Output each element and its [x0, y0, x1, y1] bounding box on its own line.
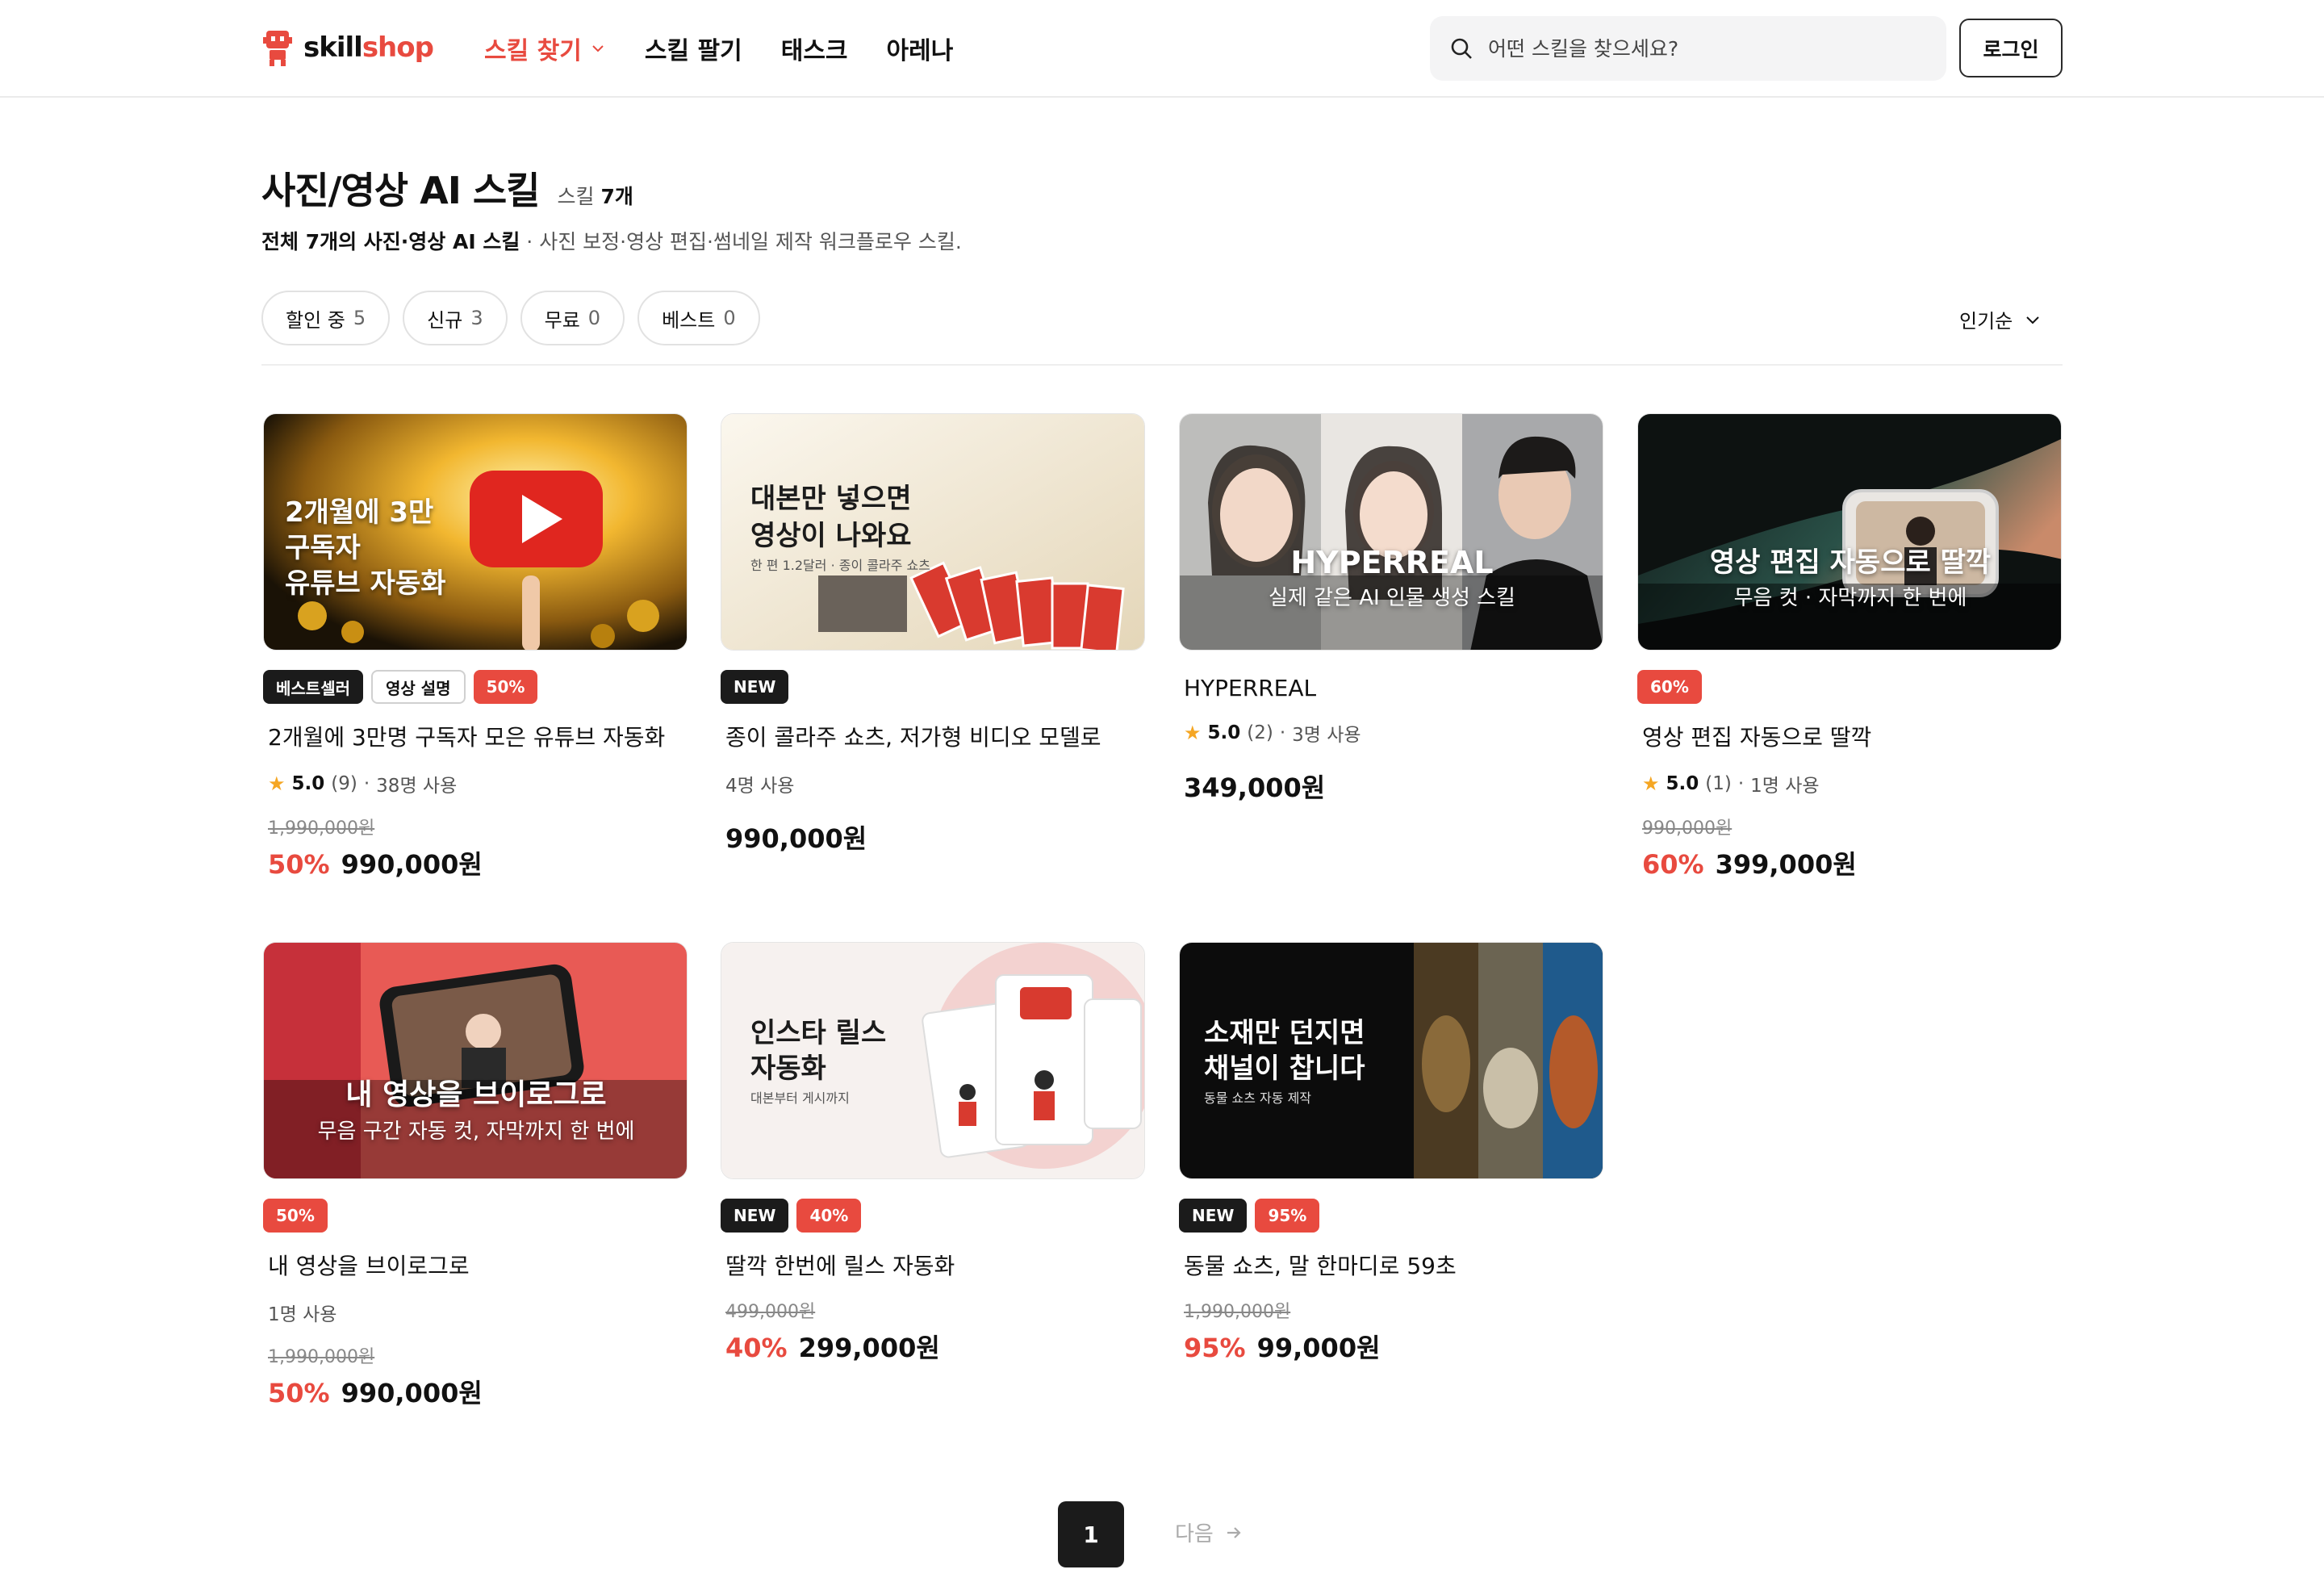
nav-find-skills[interactable]: 스킬 찾기 [484, 31, 606, 66]
search-icon [1451, 38, 1472, 59]
filter-chip-new[interactable]: 신규 3 [403, 291, 508, 345]
badge-row: NEW 95% [1179, 1199, 1603, 1234]
discount-badge: 40% [796, 1199, 862, 1233]
filter-chip-discount[interactable]: 할인 중5 [261, 291, 391, 345]
product-name[interactable]: 동물 쇼츠, 말 한마디로 59초 [1179, 1249, 1603, 1281]
video-desc-badge: 영상 설명 [371, 670, 466, 704]
category-header: 사진/영상 AI 스킬 스킬 7개 [261, 161, 633, 215]
product-card[interactable]: 2개월에 3만 구독자 유튜브 자동화 베스트셀러 영상 설명 50% 2개월에 3… [263, 413, 688, 881]
product-thumbnail[interactable]: 소재만 던지면 채널이 찹니다 동물 쇼츠 자동 제작 [1179, 942, 1603, 1179]
product-card[interactable]: 대본만 넣으면 영상이 나와요 한 편 1.2달러 · 종이 콜라주 쇼츠 NEW… [721, 413, 1145, 856]
nav-label: 스킬 팔기 [644, 37, 742, 65]
star-icon: ★ [1642, 772, 1660, 795]
thumbnail-text: 2개월에 3만 구독자 유튜브 자동화 [285, 496, 446, 600]
badge-row: NEW 40% [721, 1199, 1145, 1234]
filter-chip-free[interactable]: 무료 0 [520, 291, 625, 345]
skill-count: 스킬 7개 [557, 185, 633, 208]
product-thumbnail[interactable]: 내 영상을 브이로그로 무음 구간 자동 컷, 자막까지 한 번에 [263, 942, 688, 1179]
badge-row: 60% [1637, 670, 2062, 705]
thumbnail-text: 대본만 넣으면 영상이 나와요 한 편 1.2달러 · 종이 콜라주 쇼츠 [750, 483, 930, 573]
badge-row: 50% [263, 1199, 688, 1234]
product-card[interactable]: HYPERREAL 실제 같은 AI 인물 생성 스킬 HYPERREAL ★ 5… [1179, 413, 1603, 805]
product-card[interactable]: 인스타 릴스 자동화 대본부터 게시까지 NEW 40% 딸깍 한번에 릴스 자동… [721, 942, 1145, 1365]
product-meta: ★ 5.0 (1) · 1명 사용 [1642, 772, 1820, 797]
product-name[interactable]: HYPERREAL [1179, 675, 1603, 701]
nav-label: 아레나 [886, 37, 954, 65]
product-price: 349,000원 [1184, 772, 1326, 803]
discount-badge: 50% [263, 1199, 328, 1233]
next-label: 다음 [1175, 1522, 1214, 1546]
nav-label: 스킬 찾기 [484, 37, 582, 65]
discount-badge: 50% [473, 670, 538, 704]
original-price: 1,990,000원 [268, 818, 375, 839]
filter-chips: 할인 중5 신규 3 무료 0 베스트 0 [261, 291, 760, 345]
chevron-down-icon [2026, 316, 2039, 324]
product-meta: 4명 사용 [725, 776, 795, 797]
original-price: 1,990,000원 [1184, 1302, 1291, 1322]
badge-row: NEW [721, 670, 1145, 705]
product-name[interactable]: 2개월에 3만명 구독자 모은 유튜브 자동화 [263, 720, 688, 752]
original-price: 990,000원 [1642, 818, 1733, 839]
logo-text: skillshop [303, 31, 434, 64]
product-card[interactable]: 영상 편집 자동으로 딸깍 무음 컷 · 자막까지 한 번에 60% 영상 편집… [1637, 413, 2062, 881]
new-badge: NEW [721, 1199, 789, 1233]
product-thumbnail[interactable]: HYPERREAL 실제 같은 AI 인물 생성 스킬 [1179, 413, 1603, 651]
original-price: 1,990,000원 [268, 1347, 375, 1367]
price-row: 50% 990,000원 [268, 1378, 483, 1408]
product-price: 990,000원 [725, 823, 867, 854]
page-title: 사진/영상 AI 스킬 [261, 169, 540, 212]
sort-label: 인기순 [1959, 310, 2013, 333]
product-thumbnail[interactable]: 인스타 릴스 자동화 대본부터 게시까지 [721, 942, 1145, 1179]
product-thumbnail[interactable]: 영상 편집 자동으로 딸깍 무음 컷 · 자막까지 한 번에 [1637, 413, 2062, 651]
search-box[interactable] [1430, 16, 1946, 81]
thumbnail-text: 영상 편집 자동으로 딸깍 무음 컷 · 자막까지 한 번에 [1709, 546, 1992, 610]
star-icon: ★ [268, 772, 286, 795]
nav-sell-skills[interactable]: 스킬 팔기 [645, 31, 742, 66]
category-description: 전체 7개의 사진·영상 AI 스킬 · 사진 보정·영상 편집·썸네일 제작 … [261, 230, 962, 253]
top-header: skillshop 스킬 찾기 스킬 팔기 태스크 아레나 로그인 [0, 0, 2324, 98]
thumbnail-text: 인스타 릴스 자동화 대본부터 게시까지 [750, 1017, 887, 1106]
logo-robot-icon [263, 29, 292, 66]
discount-badge: 60% [1637, 670, 1702, 704]
product-card[interactable]: 내 영상을 브이로그로 무음 구간 자동 컷, 자막까지 한 번에 50% 내 … [263, 942, 688, 1410]
nav-arena[interactable]: 아레나 [887, 31, 954, 66]
product-name[interactable]: 영상 편집 자동으로 딸깍 [1637, 720, 2062, 752]
page-button-current[interactable]: 1 [1058, 1501, 1124, 1567]
product-meta: ★ 5.0 (2) · 3명 사용 [1184, 722, 1361, 746]
badge-row: 베스트셀러 영상 설명 50% [263, 670, 688, 705]
price-row: 40% 299,000원 [725, 1333, 940, 1363]
star-icon: ★ [1184, 722, 1202, 744]
product-name[interactable]: 종이 콜라주 쇼츠, 저가형 비디오 모델로 [721, 720, 1145, 752]
product-meta: ★ 5.0 (9) · 38명 사용 [268, 772, 458, 797]
discount-badge: 95% [1255, 1199, 1320, 1233]
product-thumbnail[interactable]: 2개월에 3만 구독자 유튜브 자동화 [263, 413, 688, 651]
bestseller-badge: 베스트셀러 [263, 670, 363, 704]
login-button[interactable]: 로그인 [1959, 19, 2063, 77]
price-row: 60% 399,000원 [1642, 849, 1857, 880]
filter-chip-best[interactable]: 베스트 0 [637, 291, 760, 345]
new-badge: NEW [1179, 1199, 1248, 1233]
price-row: 50% 990,000원 [268, 849, 483, 880]
next-page-button[interactable]: 다음 [1175, 1517, 1243, 1547]
product-meta: 1명 사용 [268, 1304, 337, 1325]
product-thumbnail[interactable]: 대본만 넣으면 영상이 나와요 한 편 1.2달러 · 종이 콜라주 쇼츠 [721, 413, 1145, 651]
logo[interactable]: skillshop [263, 29, 434, 66]
product-name[interactable]: 딸깍 한번에 릴스 자동화 [721, 1249, 1145, 1281]
sort-dropdown[interactable]: 인기순 [1959, 305, 2042, 333]
divider [261, 364, 2063, 366]
new-badge: NEW [721, 670, 789, 704]
price-row: 95% 99,000원 [1184, 1333, 1381, 1363]
nav-label: 태스크 [780, 37, 848, 65]
thumbnail-text: HYPERREAL 실제 같은 AI 인물 생성 스킬 [1269, 545, 1515, 610]
search-input[interactable] [1488, 36, 1924, 61]
thumbnail-text: 소재만 던지면 채널이 찹니다 동물 쇼츠 자동 제작 [1204, 1017, 1365, 1106]
product-name[interactable]: 내 영상을 브이로그로 [263, 1249, 688, 1281]
arrow-right-icon [1227, 1526, 1241, 1538]
nav-tasks[interactable]: 태스크 [781, 31, 848, 66]
original-price: 499,000원 [725, 1302, 816, 1322]
thumbnail-text: 내 영상을 브이로그로 무음 구간 자동 컷, 자막까지 한 번에 [317, 1078, 635, 1144]
product-card[interactable]: 소재만 던지면 채널이 찹니다 동물 쇼츠 자동 제작 NEW 95% 동물 쇼츠… [1179, 942, 1603, 1365]
main-nav: 스킬 찾기 스킬 팔기 태스크 아레나 [484, 0, 953, 97]
chevron-down-icon [592, 45, 604, 52]
